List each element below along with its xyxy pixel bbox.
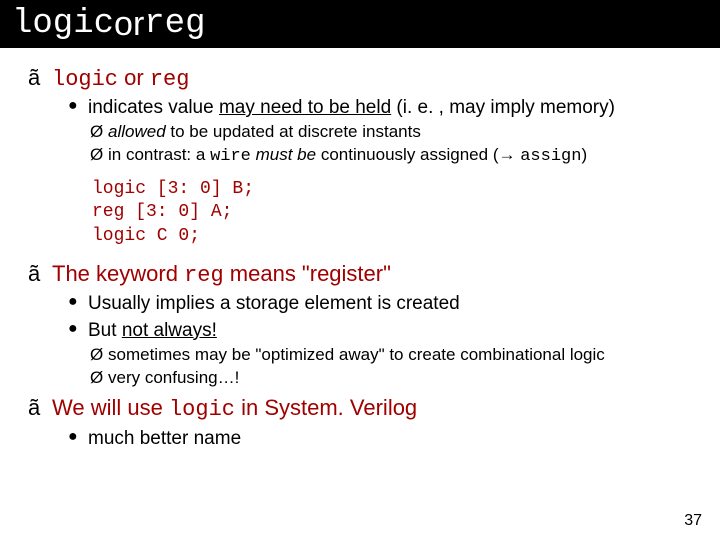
text: in contrast: a (108, 145, 210, 164)
text-code: reg (184, 263, 224, 288)
bullet-allowed: Ø allowed to be updated at discrete inst… (90, 121, 702, 143)
disc-icon: ● (68, 292, 88, 312)
text-code: wire (210, 147, 251, 166)
title-text-or: or (114, 5, 144, 44)
text: very confusing…! (108, 367, 239, 389)
text-code: assign (520, 147, 581, 166)
text-underline: may need to be held (219, 97, 391, 118)
code-line: logic C 0; (92, 225, 702, 248)
text: indicates value (88, 97, 219, 118)
text-code: logic (52, 67, 118, 92)
text: to be updated at discrete instants (166, 122, 421, 141)
disc-icon: ● (68, 96, 88, 116)
disc-icon: ● (68, 319, 88, 339)
text-code: reg (150, 67, 190, 92)
text: sometimes may be "optimized away" to cre… (108, 344, 605, 366)
bullet-icon: ã (28, 64, 52, 92)
bullet-better-name: ● much better name (68, 427, 702, 451)
chevron-icon: Ø (90, 144, 108, 166)
text: (i. e. , may imply memory) (391, 97, 615, 118)
text-code: logic (169, 397, 235, 422)
text: or (118, 65, 150, 90)
text: Usually implies a storage element is cre… (88, 292, 460, 316)
title-code-2: reg (144, 5, 205, 43)
text: in System. Verilog (235, 395, 417, 420)
text: continuously assigned ( (316, 145, 498, 164)
chevron-icon: Ø (90, 121, 108, 143)
bullet-but-not-always: ● But not always! (68, 319, 702, 343)
bullet-logic-or-reg: ã logic or reg (28, 64, 702, 94)
page-number: 37 (684, 512, 702, 530)
code-line: reg [3: 0] A; (92, 201, 702, 224)
text-underline: not always! (122, 320, 217, 341)
text-italic: allowed (108, 122, 166, 141)
text: But (88, 320, 122, 341)
bullet-very-confusing: Ø very confusing…! (90, 367, 702, 389)
chevron-icon: Ø (90, 367, 108, 389)
title-code-1: logic (12, 5, 114, 43)
bullet-icon: ã (28, 394, 52, 422)
text: means "register" (224, 261, 391, 286)
text: ) (581, 145, 587, 164)
bullet-in-contrast: Ø in contrast: a wire must be continuous… (90, 144, 702, 168)
text-italic: must be (256, 145, 316, 164)
bullet-usually-implies: ● Usually implies a storage element is c… (68, 292, 702, 316)
bullet-icon: ã (28, 260, 52, 288)
disc-icon: ● (68, 427, 88, 447)
arrow-icon: → (498, 145, 515, 164)
text: The keyword (52, 261, 184, 286)
code-block: logic [3: 0] B; reg [3: 0] A; logic C 0; (92, 178, 702, 248)
text: We will use (52, 395, 169, 420)
bullet-we-will-use: ã We will use logic in System. Verilog (28, 394, 702, 424)
bullet-optimized-away: Ø sometimes may be "optimized away" to c… (90, 344, 702, 366)
code-line: logic [3: 0] B; (92, 178, 702, 201)
text: much better name (88, 427, 241, 451)
bullet-indicates-value: ● indicates value may need to be held (i… (68, 96, 702, 120)
slide-body: ã logic or reg ● indicates value may nee… (0, 48, 720, 451)
chevron-icon: Ø (90, 344, 108, 366)
bullet-keyword-reg: ã The keyword reg means "register" (28, 260, 702, 290)
slide-title: logic or reg (0, 0, 720, 48)
